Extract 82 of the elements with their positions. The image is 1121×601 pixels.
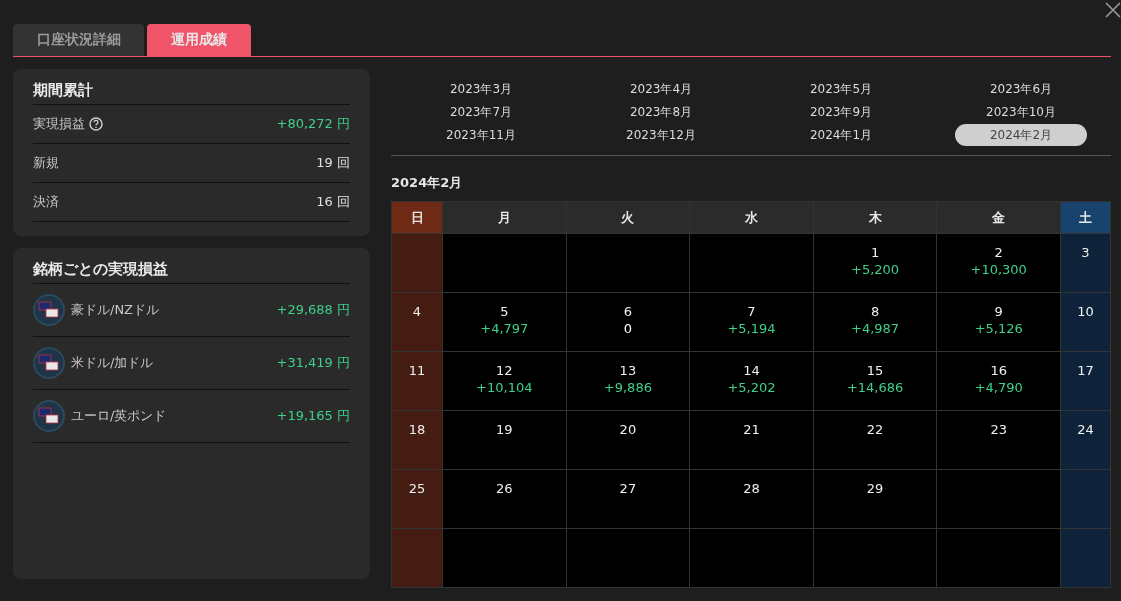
day-number: 4 — [412, 304, 422, 319]
row-value: 16 回 — [316, 193, 350, 211]
day-number: 29 — [866, 481, 884, 496]
day-number: 12 — [496, 363, 513, 378]
month-option[interactable]: 2023年4月 — [595, 78, 727, 100]
day-number: 10 — [1077, 304, 1094, 319]
weekday-header: 火 — [566, 202, 690, 233]
day-number: 2 — [994, 245, 1003, 260]
row-label: 新規 — [33, 154, 59, 172]
day-number: 15 — [866, 363, 884, 378]
weekday-header: 月 — [443, 202, 566, 233]
day-number: 3 — [1081, 245, 1090, 260]
card-title: 銘柄ごとの実現損益 — [33, 260, 350, 284]
row-value: +80,272 円 — [276, 115, 350, 133]
day-number: 21 — [743, 422, 760, 437]
day-number: 17 — [1077, 363, 1094, 378]
day-number: 20 — [619, 422, 637, 437]
day-number: 24 — [1077, 422, 1094, 437]
month-option[interactable]: 2023年10月 — [955, 101, 1087, 123]
day-pnl: +4,797 — [480, 321, 529, 336]
month-option[interactable]: 2023年6月 — [955, 78, 1087, 100]
day-number: 11 — [408, 363, 426, 378]
weekday-header: 土 — [1061, 202, 1110, 233]
day-pnl: +14,686 — [846, 380, 904, 395]
month-option[interactable]: 2024年2月 — [955, 124, 1087, 146]
day-pnl: +5,194 — [727, 321, 776, 336]
day-number: 25 — [408, 481, 426, 496]
flag-pair-icon — [33, 294, 65, 326]
day-number: 19 — [496, 422, 513, 437]
day-cell — [1061, 529, 1110, 587]
day-pnl: +5,126 — [974, 321, 1023, 336]
day-pnl: +4,790 — [974, 380, 1023, 395]
day-pnl: +4,987 — [851, 321, 900, 336]
tab[interactable]: 口座状況詳細 — [13, 24, 144, 56]
weekday-header: 水 — [690, 202, 813, 233]
row-label: 実現損益 — [33, 115, 85, 133]
day-number: 5 — [500, 304, 509, 319]
weekday-header: 日 — [392, 202, 442, 233]
month-option[interactable]: 2023年5月 — [775, 78, 907, 100]
day-pnl: +5,202 — [727, 380, 776, 395]
day-pnl: +9,886 — [603, 380, 652, 395]
day-number: 26 — [496, 481, 513, 496]
day-pnl: +10,300 — [970, 262, 1027, 277]
day-number: 9 — [994, 304, 1003, 319]
day-number: 27 — [619, 481, 637, 496]
day-number: 7 — [747, 304, 756, 319]
symbol-name: 米ドル/加ドル — [71, 354, 154, 372]
day-number: 22 — [866, 422, 884, 437]
day-number: 14 — [743, 363, 760, 378]
day-number: 18 — [408, 422, 426, 437]
row-label: 決済 — [33, 193, 59, 211]
day-pnl: 0 — [623, 321, 633, 336]
month-option[interactable]: 2024年1月 — [775, 124, 907, 146]
flag-pair-icon — [33, 347, 65, 379]
card-title: 期間累計 — [33, 81, 350, 105]
month-option[interactable]: 2023年7月 — [415, 101, 547, 123]
row-value: 19 回 — [316, 154, 350, 172]
day-number: 8 — [870, 304, 880, 319]
weekday-header: 金 — [937, 202, 1060, 233]
close-icon[interactable] — [1105, 2, 1121, 18]
symbol-pnl: +31,419 円 — [276, 354, 350, 372]
day-number: 6 — [623, 304, 633, 319]
day-number: 1 — [870, 245, 880, 260]
symbol-pnl: +19,165 円 — [276, 407, 350, 425]
month-option[interactable]: 2023年9月 — [775, 101, 907, 123]
day-number: 28 — [743, 481, 760, 496]
day-number: 16 — [990, 363, 1007, 378]
weekday-header: 木 — [813, 202, 937, 233]
help-icon[interactable] — [89, 117, 103, 131]
symbol-name: ユーロ/英ポンド — [71, 407, 167, 425]
day-pnl: +10,104 — [476, 380, 533, 395]
symbol-pnl: +29,688 円 — [276, 301, 350, 319]
month-option[interactable]: 2023年8月 — [595, 101, 727, 123]
month-option[interactable]: 2023年12月 — [595, 124, 727, 146]
day-number: 13 — [619, 363, 637, 378]
day-number: 23 — [990, 422, 1007, 437]
day-pnl: +5,200 — [851, 262, 900, 277]
flag-pair-icon — [33, 400, 65, 432]
symbol-name: 豪ドル/NZドル — [71, 301, 159, 319]
month-option[interactable]: 2023年11月 — [415, 124, 547, 146]
calendar-title: 2024年2月 — [391, 174, 464, 192]
month-option[interactable]: 2023年3月 — [415, 78, 547, 100]
